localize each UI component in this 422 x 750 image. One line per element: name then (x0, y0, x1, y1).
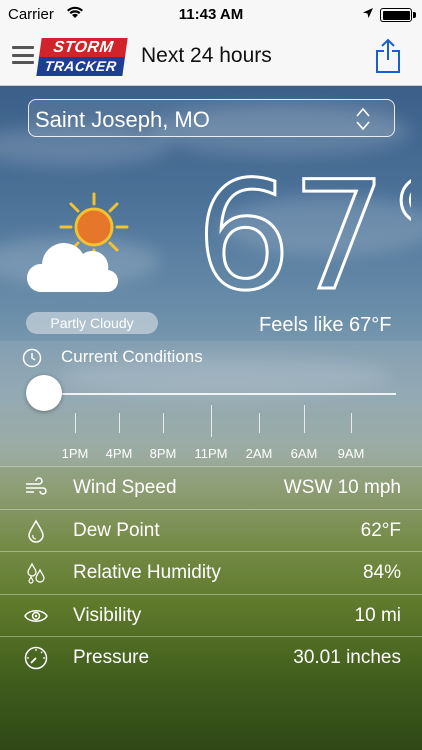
tick-9am (351, 413, 352, 433)
condition-badge: Partly Cloudy (26, 312, 158, 334)
partly-cloudy-icon (26, 192, 129, 293)
detail-name: Wind Speed (73, 477, 177, 498)
tick-6am (304, 405, 305, 433)
location-arrow-icon (363, 8, 373, 18)
location-select[interactable]: Saint Joseph, MO (28, 99, 395, 137)
menu-icon[interactable] (12, 46, 34, 64)
timeline-panel: Current Conditions 1PM 4PM 8PM 11PM 2AM … (0, 341, 422, 466)
tick-label: 1PM (61, 446, 89, 461)
detail-value: WSW 10 mph (283, 477, 401, 498)
detail-row-relative-humidity: Relative Humidity 84% (0, 551, 422, 594)
tick-label: 2AM (245, 446, 273, 461)
detail-name: Pressure (73, 647, 150, 668)
detail-row-wind-speed: Wind Speed WSW 10 mph (0, 466, 422, 509)
weather-panel: Saint Joseph, MO Partly Cloudy 67° Feels… (0, 86, 422, 750)
feels-like-value: 67°F (349, 314, 392, 336)
detail-name: Visibility (73, 604, 142, 626)
tick-label: 6AM (290, 446, 318, 461)
tick-8pm (163, 413, 164, 433)
humidity-icon (27, 562, 45, 584)
status-bar: Carrier 11:43 AM (0, 0, 422, 30)
timeline-track[interactable] (44, 393, 396, 395)
droplet-icon (28, 518, 44, 543)
wind-icon (26, 477, 47, 495)
temperature-display: 67° (196, 166, 411, 306)
detail-value: 62°F (360, 519, 401, 541)
logo-storm: STORM (39, 38, 128, 57)
share-icon[interactable] (374, 38, 402, 74)
eye-icon (24, 609, 48, 622)
detail-value: 30.01 inches (293, 647, 401, 668)
temperature-value: 67° (196, 166, 411, 306)
pressure-icon (24, 646, 48, 670)
tick-label: 8PM (149, 446, 177, 461)
select-arrows-icon (356, 107, 370, 131)
tick-label: 11PM (194, 446, 228, 461)
detail-value: 10 mi (354, 604, 401, 626)
feels-like-label: Feels like (259, 314, 344, 336)
tick-11pm (211, 405, 212, 437)
nav-bar: STORM TRACKER Next 24 hours (0, 30, 422, 86)
tick-label: 4PM (105, 446, 133, 461)
tick-label: 9AM (337, 446, 365, 461)
detail-name: Relative Humidity (73, 562, 221, 583)
detail-row-dew-point: Dew Point 62°F (0, 508, 422, 552)
status-time: 11:43 AM (178, 6, 244, 23)
detail-row-visibility: Visibility 10 mi (0, 593, 422, 637)
clock-icon (22, 348, 42, 368)
timeline-title: Current Conditions (61, 347, 203, 366)
details-list: Wind Speed WSW 10 mph Dew Point 62°F Rel… (0, 466, 422, 679)
detail-value: 84% (362, 562, 401, 583)
tick-1pm (75, 413, 76, 433)
timeline-slider-thumb[interactable] (26, 375, 62, 411)
tick-2am (259, 413, 260, 433)
detail-name: Dew Point (73, 519, 160, 541)
page-title: Next 24 hours (141, 44, 272, 67)
storm-tracker-logo: STORM TRACKER (36, 38, 128, 76)
logo-tracker: TRACKER (36, 57, 125, 76)
location-label: Saint Joseph, MO (35, 107, 210, 132)
detail-row-pressure: Pressure 30.01 inches (0, 636, 422, 679)
feels-like: Feels like 67°F (259, 314, 392, 337)
tick-4pm (119, 413, 120, 433)
battery-icon (380, 8, 416, 22)
